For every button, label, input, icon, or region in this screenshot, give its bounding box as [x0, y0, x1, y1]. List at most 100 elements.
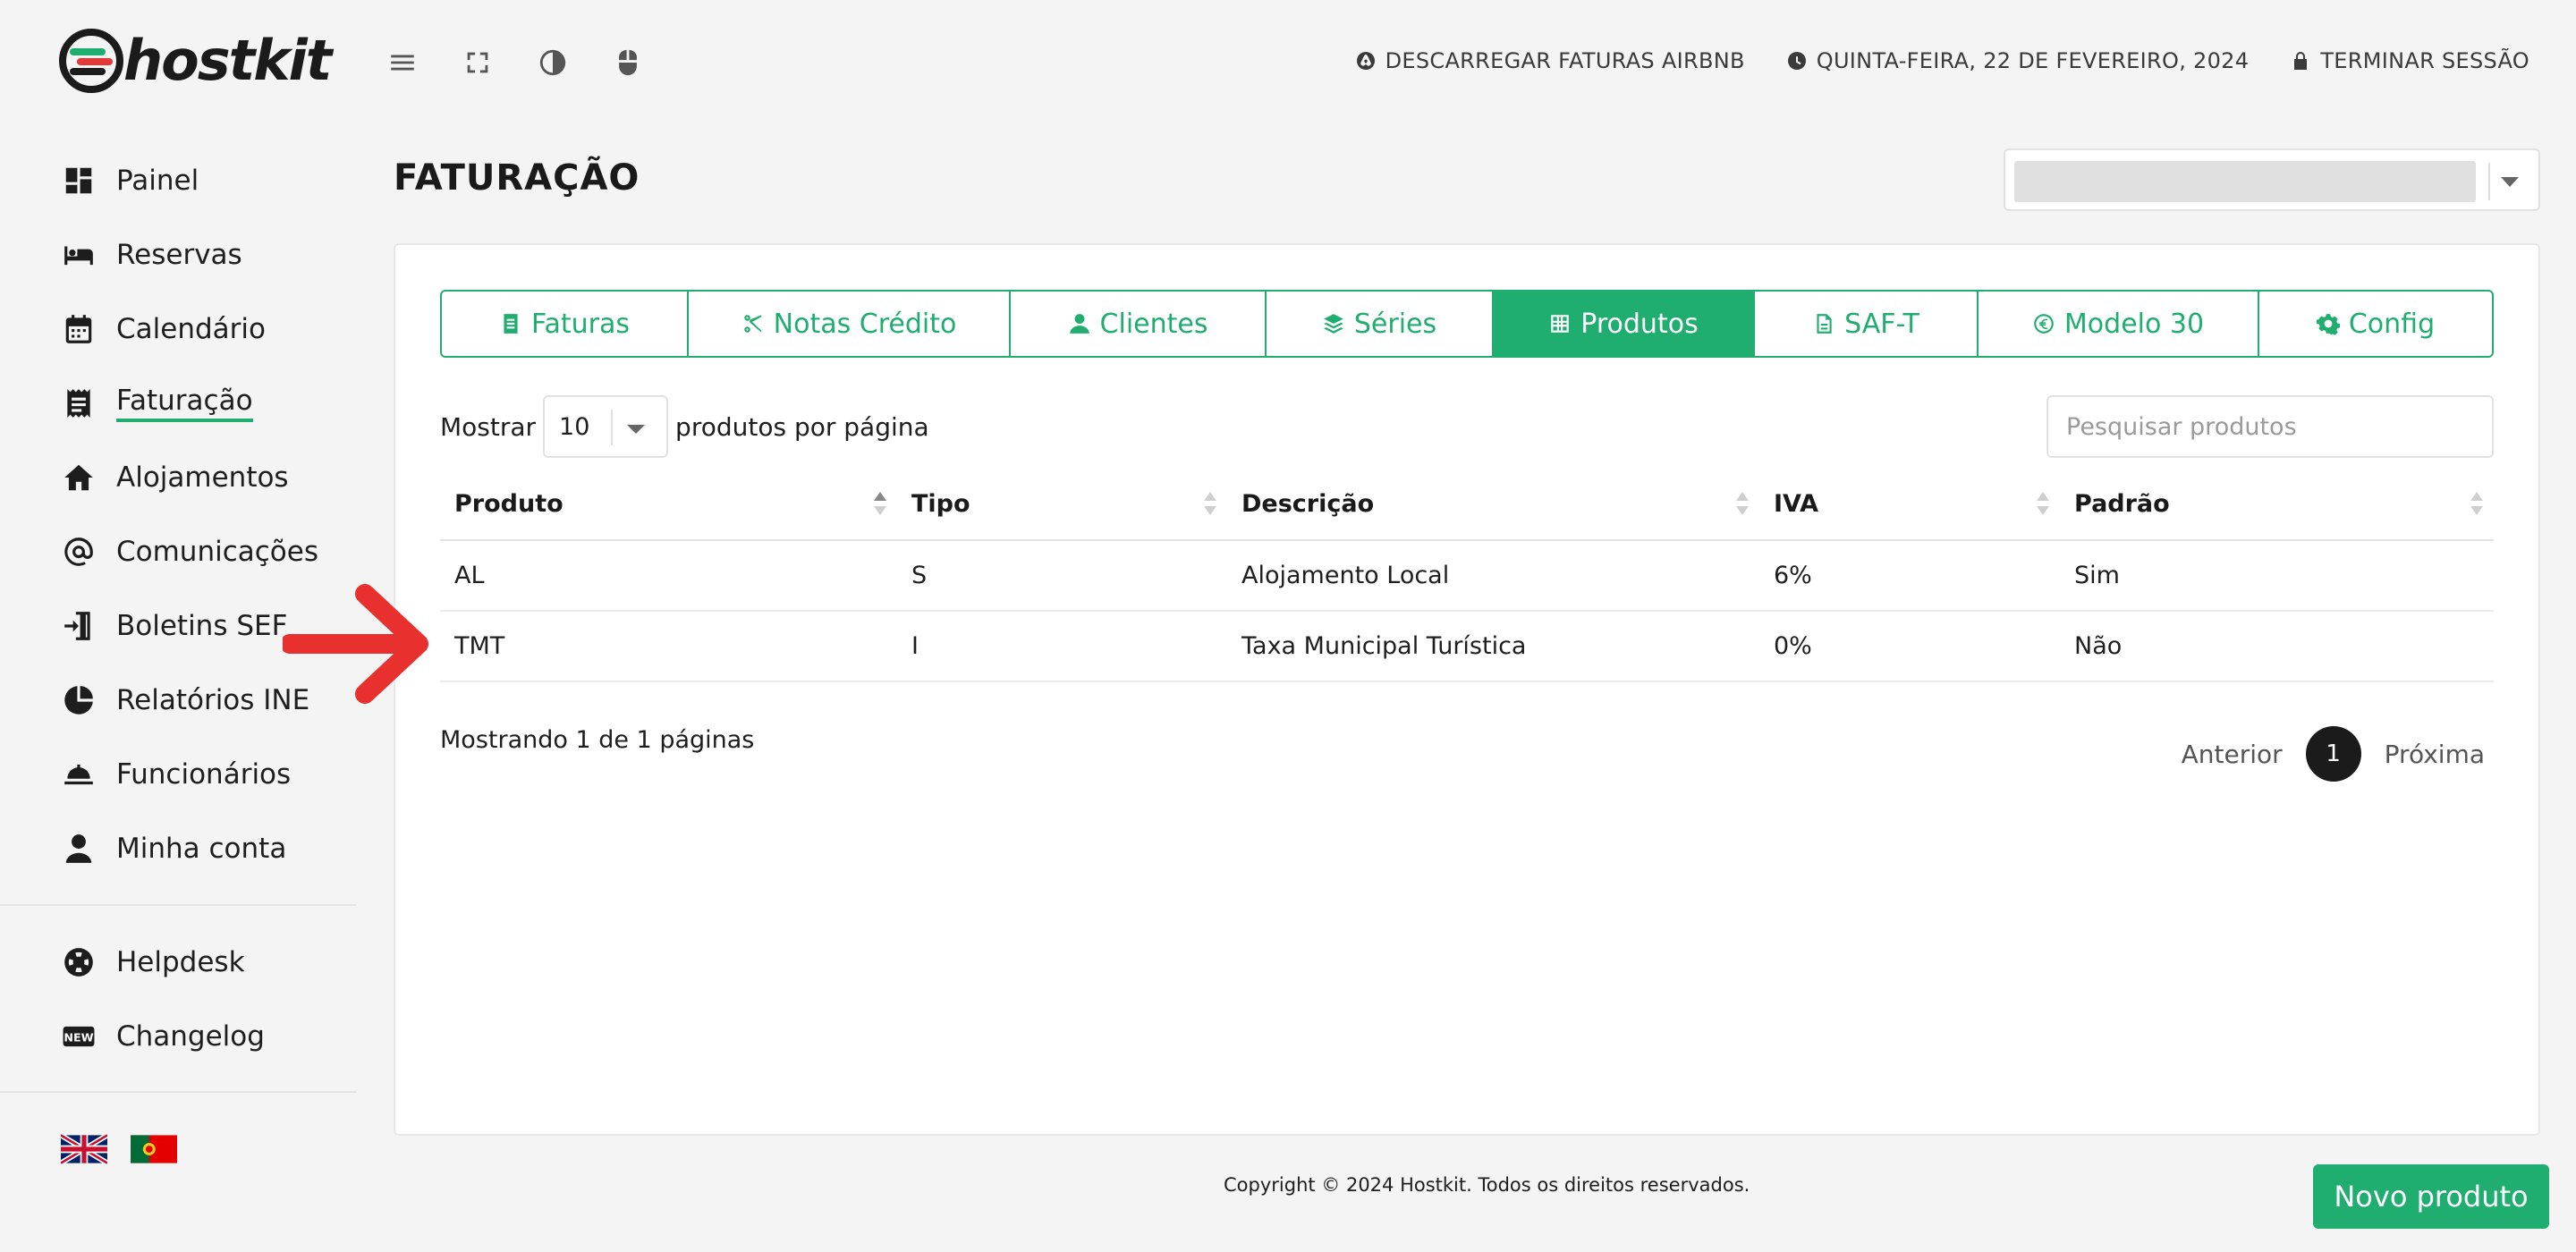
property-selector[interactable] — [2004, 148, 2540, 211]
sidebar-item-helpdesk[interactable]: Helpdesk — [61, 935, 245, 989]
contrast-button[interactable] — [535, 45, 571, 80]
contrast-icon — [539, 49, 566, 76]
sidebar-item-label: Calendário — [116, 313, 266, 345]
fullscreen-button[interactable] — [460, 45, 496, 80]
bed-icon — [61, 237, 97, 273]
sidebar-item-label: Reservas — [116, 239, 242, 271]
table-row[interactable]: AL S Alojamento Local 6% Sim — [440, 540, 2494, 612]
sidebar-item-painel[interactable]: Painel — [61, 154, 199, 207]
page-title: FATURAÇÃO — [394, 157, 640, 199]
hostkit-logo[interactable]: hostkit — [57, 27, 332, 95]
menu-toggle-button[interactable] — [385, 45, 420, 80]
sidebar-item-label: Comunicações — [116, 536, 318, 568]
new-product-button[interactable]: Novo produto — [2313, 1164, 2549, 1229]
airbnb-invoices-label: DESCARREGAR FATURAS AIRBNB — [1385, 48, 1745, 73]
sort-icon — [2037, 492, 2049, 519]
cell-iva: 6% — [1759, 540, 2060, 612]
portugal-flag-icon[interactable] — [131, 1134, 177, 1164]
sidebar-item-changelog[interactable]: NEW Changelog — [61, 1010, 265, 1063]
scissors-icon — [743, 315, 761, 333]
logout-link[interactable]: TERMINAR SESSÃO — [2290, 48, 2529, 73]
sidebar-item-reservas[interactable]: Reservas — [61, 228, 242, 282]
table-row[interactable]: TMT I Taxa Municipal Turística 0% Não — [440, 611, 2494, 682]
euro-icon — [2034, 314, 2054, 334]
gear-icon — [2316, 314, 2340, 335]
tab-label: Séries — [1353, 308, 1437, 340]
sidebar-item-minha-conta[interactable]: Minha conta — [61, 822, 286, 876]
sidebar-item-alojamentos[interactable]: Alojamentos — [61, 451, 289, 504]
cell-tipo: I — [897, 611, 1227, 682]
invoice-icon — [61, 385, 97, 421]
column-header-descricao[interactable]: Descrição — [1227, 469, 1759, 541]
pagination-previous-button[interactable]: Anterior — [2182, 740, 2283, 769]
sidebar-item-relatorios-ine[interactable]: Relatórios INE — [61, 673, 309, 727]
tab-modelo-30[interactable]: Modelo 30 — [1979, 292, 2259, 356]
sidebar-item-label: Alojamentos — [116, 461, 289, 494]
current-date: QUINTA-FEIRA, 22 DE FEVEREIRO, 2024 — [1786, 48, 2250, 73]
toolbar — [385, 45, 646, 80]
tab-faturas[interactable]: Faturas — [442, 292, 689, 356]
sidebar-item-label: Funcionários — [116, 758, 292, 791]
tab-label: Modelo 30 — [2063, 308, 2205, 340]
column-header-produto[interactable]: Produto — [440, 469, 897, 541]
sidebar-item-label: Faturação — [116, 385, 253, 422]
column-header-iva[interactable]: IVA — [1759, 469, 2060, 541]
clock-icon — [1787, 52, 1806, 70]
sidebar-item-label: Changelog — [116, 1020, 265, 1053]
hostkit-logo-icon — [59, 29, 123, 93]
sidebar-item-label: Boletins SEF — [116, 610, 288, 642]
tab-series[interactable]: Séries — [1267, 292, 1494, 356]
sort-icon — [2470, 492, 2483, 519]
sidebar-item-faturacao[interactable]: Faturação — [61, 376, 253, 430]
cell-descricao: Taxa Municipal Turística — [1227, 611, 1759, 682]
sidebar-item-label: Relatórios INE — [116, 684, 310, 716]
tab-notas-credito[interactable]: Notas Crédito — [689, 292, 1011, 356]
cell-produto: AL — [440, 540, 897, 612]
mouse-button[interactable] — [610, 45, 646, 80]
lock-icon — [2294, 52, 2308, 70]
pie-chart-icon — [61, 682, 97, 718]
pagination: Anterior 1 Próxima — [2182, 726, 2485, 782]
service-bell-icon — [61, 757, 97, 792]
svg-text:NEW: NEW — [64, 1031, 93, 1045]
column-header-padrao[interactable]: Padrão — [2060, 469, 2494, 541]
tab-produtos[interactable]: Produtos — [1494, 292, 1755, 356]
tab-config[interactable]: Config — [2259, 292, 2492, 356]
language-switcher — [61, 1134, 177, 1164]
cell-tipo: S — [897, 540, 1227, 612]
page-length-value: 10 — [559, 413, 590, 441]
sidebar-item-boletins-sef[interactable]: Boletins SEF — [61, 599, 287, 653]
sidebar-item-label: Helpdesk — [116, 946, 245, 978]
column-header-label: Descrição — [1241, 490, 1375, 518]
column-header-label: Tipo — [911, 490, 970, 518]
cell-descricao: Alojamento Local — [1227, 540, 1759, 612]
fullscreen-icon — [467, 52, 488, 73]
table-header-row: Produto Tipo Descrição IVA Padrão — [440, 469, 2494, 541]
airbnb-invoices-link[interactable]: DESCARREGAR FATURAS AIRBNB — [1355, 48, 1745, 73]
pagination-next-button[interactable]: Próxima — [2385, 740, 2485, 769]
menu-icon — [391, 55, 414, 71]
search-products-input[interactable] — [2046, 395, 2494, 458]
tab-label: SAF-T — [1844, 308, 1919, 340]
column-header-label: IVA — [1774, 490, 1819, 518]
cell-iva: 0% — [1759, 611, 2060, 682]
sidebar-item-comunicacoes[interactable]: Comunicações — [61, 525, 318, 579]
user-icon — [61, 831, 97, 867]
sidebar-item-label: Minha conta — [116, 833, 287, 865]
pagination-page-1-button[interactable]: 1 — [2305, 726, 2361, 782]
sidebar-item-calendario[interactable]: Calendário — [61, 302, 266, 356]
brand-name: hostkit — [123, 28, 332, 93]
uk-flag-icon[interactable] — [61, 1134, 107, 1164]
lifebuoy-icon — [61, 944, 97, 980]
column-header-tipo[interactable]: Tipo — [897, 469, 1227, 541]
sidebar-item-label: Painel — [116, 165, 199, 197]
sidebar-item-funcionarios[interactable]: Funcionários — [61, 748, 291, 801]
tab-saf-t[interactable]: SAF-T — [1755, 292, 1979, 356]
show-label: Mostrar — [440, 411, 537, 442]
column-header-label: Produto — [454, 490, 564, 518]
logout-label: TERMINAR SESSÃO — [2320, 48, 2529, 73]
page-length-select[interactable]: 10 — [543, 395, 669, 458]
chevron-down-icon — [2501, 177, 2519, 187]
tab-clientes[interactable]: Clientes — [1011, 292, 1267, 356]
products-table: Produto Tipo Descrição IVA Padrão AL S A… — [440, 469, 2494, 682]
